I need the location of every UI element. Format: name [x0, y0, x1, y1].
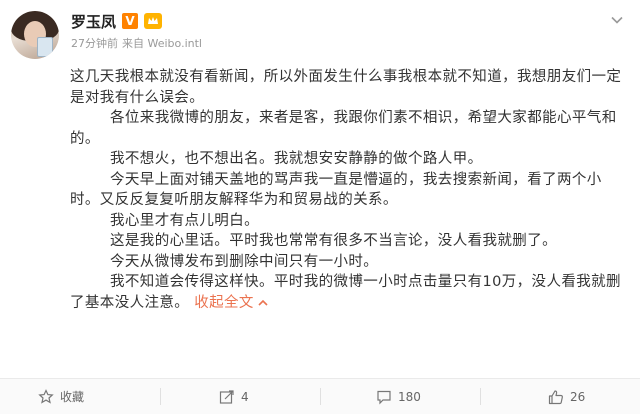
- verified-icon: V: [122, 13, 139, 29]
- paragraph-text: 我不知道会传得这样快。平时我的微博一小时点击量只有10万，没人看我就删了基本没人…: [70, 274, 621, 311]
- paragraph: 各位来我微博的朋友，来者是客，我跟你们素不相识，希望大家都能心平气和的。: [70, 110, 617, 147]
- avatar[interactable]: [11, 11, 59, 59]
- paragraph: 这几天我根本就没有看新闻，所以外面发生什么事我根本就不知道，我想朋友们一定是对我…: [70, 69, 622, 106]
- action-toolbar: 收藏 4 180 26: [0, 378, 640, 414]
- paragraph: 我心里才有点儿明白。: [110, 212, 259, 229]
- repost-icon: [219, 389, 234, 404]
- divider: [480, 388, 481, 405]
- collapse-link-label[interactable]: 收起全文: [194, 295, 254, 311]
- paragraph: 这是我的心里话。平时我也常常有很多不当言论，没人看我就删了。: [110, 233, 557, 249]
- paragraph: 今天从微博发布到删除中间只有一小时。: [110, 253, 379, 270]
- chevron-down-icon[interactable]: [610, 13, 624, 27]
- crown-icon[interactable]: [144, 13, 163, 29]
- divider: [160, 388, 161, 405]
- repost-button[interactable]: 4: [219, 379, 249, 414]
- comment-count: 180: [398, 389, 421, 404]
- repost-count: 4: [241, 389, 249, 404]
- paragraph: 我不想火，也不想出名。我就想安安静静的做个路人甲。: [110, 151, 483, 167]
- author-name[interactable]: 罗玉凤: [71, 11, 116, 32]
- comment-button[interactable]: 180: [376, 379, 421, 414]
- post-header: 罗玉凤 V 27分钟前 来自 Weibo.intl: [0, 0, 640, 66]
- post-text: 这几天我根本就没有看新闻，所以外面发生什么事我根本就不知道，我想朋友们一定是对我…: [70, 67, 630, 313]
- paragraph-last: 我不知道会传得这样快。平时我的微博一小时点击量只有10万，没人看我就删了基本没人…: [70, 272, 630, 313]
- divider: [320, 388, 321, 405]
- favorite-label: 收藏: [60, 390, 85, 404]
- collapse-link[interactable]: 收起全文: [189, 295, 269, 311]
- paragraph: 今天早上面对铺天盖地的骂声我一直是懵逼的，我去搜索新闻，看了两个小时。又反反复复…: [70, 171, 602, 209]
- author-row: 罗玉凤 V: [71, 10, 163, 32]
- comment-icon: [377, 390, 391, 404]
- post-source[interactable]: 来自 Weibo.intl: [122, 35, 202, 51]
- post-time[interactable]: 27分钟前: [71, 35, 118, 51]
- favorite-button[interactable]: 收藏: [38, 379, 84, 414]
- post-meta: 27分钟前 来自 Weibo.intl: [71, 35, 202, 51]
- star-icon: [38, 388, 54, 404]
- thumbs-up-icon: [548, 389, 563, 404]
- like-button[interactable]: 26: [548, 379, 585, 414]
- like-count: 26: [570, 389, 586, 404]
- chevron-up-icon[interactable]: [257, 298, 269, 308]
